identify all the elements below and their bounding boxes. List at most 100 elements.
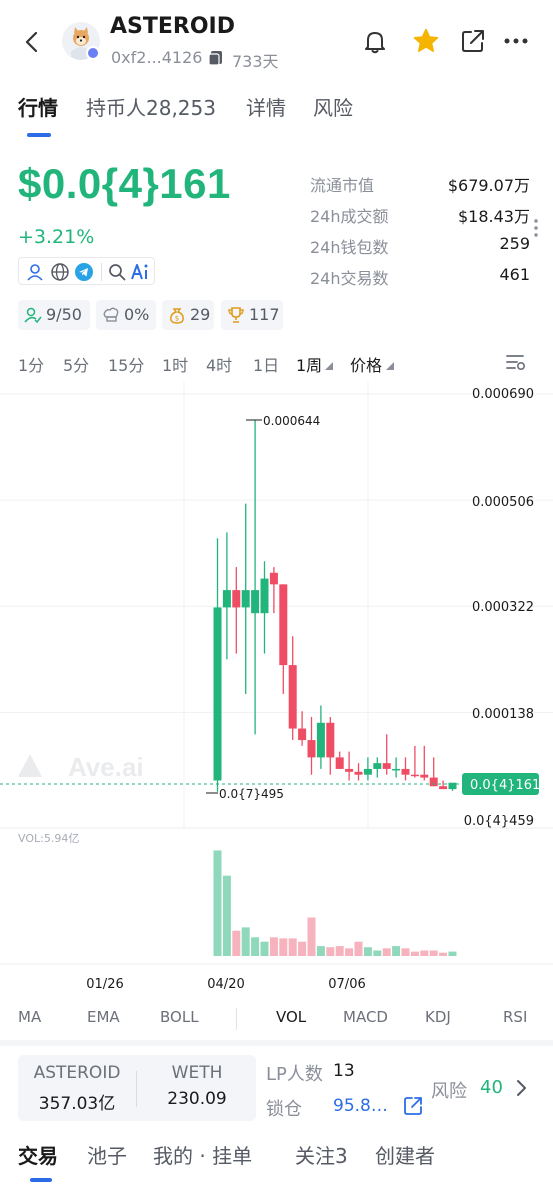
candle-body [288,665,297,729]
candle-body [316,722,325,758]
tab-details[interactable]: 详情 [246,92,286,121]
stat-value: 461 [499,265,530,284]
tab-holders[interactable]: 持币人28,253 [86,92,216,121]
risk-label: 风险 [431,1081,467,1102]
candle-body [222,590,231,608]
interval-15m[interactable]: 15分 [108,352,144,376]
more-dots-icon[interactable] [501,26,531,56]
indicator-vol[interactable]: VOL [276,1008,306,1026]
telegram-icon[interactable] [74,262,94,282]
risk-score[interactable]: 40 [480,1077,503,1098]
indicator-boll[interactable]: BOLL [160,1008,199,1026]
pool-reserves: ASTEROID 357.03亿 WETH 230.09 [18,1055,256,1121]
volume-bar [279,938,288,956]
chevron-right-icon[interactable] [512,1077,530,1099]
external-link-icon[interactable] [402,1095,424,1117]
interval-1d[interactable]: 1日 [253,352,279,376]
candle-body [298,728,307,741]
globe-icon[interactable] [50,262,70,282]
tab-following[interactable]: 关注3 [295,1140,348,1169]
stat-label: 24h交易数 [310,269,389,288]
tab-my-orders[interactable]: 我的 · 挂单 [153,1140,252,1169]
candle-body [213,607,222,781]
interval-5m[interactable]: 5分 [63,352,89,376]
more-vertical-icon[interactable] [533,218,539,238]
volume-bar [269,937,278,956]
divider [101,263,102,281]
ai-icon[interactable] [130,262,150,282]
interval-1w[interactable]: 1周 [296,352,322,376]
chip-value: 0% [124,305,150,324]
top-header: ASTEROID 0xf2...4126 733天 [0,0,553,80]
stat-label: 24h钱包数 [310,238,389,257]
search-icon[interactable] [107,262,127,282]
candle-body [354,771,363,775]
user-check-icon [24,307,42,324]
indicator-macd[interactable]: MACD [343,1008,388,1026]
bell-icon[interactable] [360,26,390,56]
volume-bar [401,948,410,956]
y-tick-label: 0.000690 [471,387,534,402]
chip-money-bag[interactable]: $ 29 [162,300,214,330]
pool-token-b-name: WETH [171,1063,223,1083]
active-bottom-tab-indicator [30,1178,52,1182]
pool-token-a-name: ASTEROID [33,1063,121,1083]
lp-count-label: LP人数 [266,1064,323,1085]
tab-creator[interactable]: 创建者 [375,1140,435,1169]
current-price-tag-text: 0.0{4}161 [470,778,540,793]
chip-dev-ratio[interactable]: 0% [96,300,156,330]
low-label: 0.0{7}495 [219,787,284,801]
social-links [18,257,155,285]
back-arrow-icon[interactable] [18,28,46,56]
lock-value[interactable]: 95.8… [333,1096,388,1116]
candle-body [410,774,419,777]
chip-trophy[interactable]: 117 [221,300,283,330]
volume-bar [260,941,269,956]
stat-label: 流通市值 [310,176,375,195]
stat-value: $18.43万 [458,207,530,226]
indicator-rsi[interactable]: RSI [503,1008,527,1026]
chain-eth-icon [86,46,100,60]
candle-body [382,763,391,769]
indicator-ma[interactable]: MA [18,1008,41,1026]
volume-bar [410,951,419,956]
volume-bar [420,950,429,956]
volume-bar [316,946,325,956]
vol-label: VOL:5.94亿 [18,832,79,845]
lp-count-value: 13 [333,1061,355,1081]
candlestick-chart[interactable]: Ave.ai 0.0{4}161 0.000644 0.0{7}495 VOL:… [0,382,553,992]
indicator-ema[interactable]: EMA [87,1008,120,1026]
volume-bar [345,948,354,956]
trophy-icon [228,307,244,323]
chip-holders-check[interactable]: 9/50 [18,300,90,330]
watermark: Ave.ai [18,752,144,782]
tab-pools[interactable]: 池子 [87,1140,127,1169]
active-tab-indicator [27,133,51,137]
interval-4h[interactable]: 4时 [206,352,232,376]
money-bag-icon: $ [170,308,184,324]
tab-trades[interactable]: 交易 [18,1140,58,1169]
chip-value: 29 [190,305,211,324]
chart-settings-icon[interactable] [503,350,527,374]
stat-market-cap: 流通市值 $679.07万 [310,172,530,196]
interval-1m[interactable]: 1分 [18,352,44,376]
tab-risk[interactable]: 风险 [313,92,353,121]
interval-1h[interactable]: 1时 [162,352,188,376]
stat-24h-wallets: 24h钱包数 259 [310,234,530,258]
high-label: 0.000644 [263,414,320,428]
user-icon[interactable] [25,262,45,282]
dropdown-triangle-icon [386,362,394,370]
volume-bar [298,941,307,956]
candle-body [307,740,316,758]
indicator-kdj[interactable]: KDJ [425,1008,451,1026]
price-mode-select[interactable]: 价格 [350,352,382,376]
copy-icon[interactable] [207,49,225,67]
volume-bar [448,951,457,956]
volume-bar [439,952,448,956]
star-icon[interactable] [411,26,441,56]
x-tick-label: 07/06 [328,977,365,992]
section-gap [0,1040,553,1046]
share-external-icon[interactable] [458,26,488,56]
tab-market[interactable]: 行情 [18,92,58,121]
volume-bar [363,947,372,956]
